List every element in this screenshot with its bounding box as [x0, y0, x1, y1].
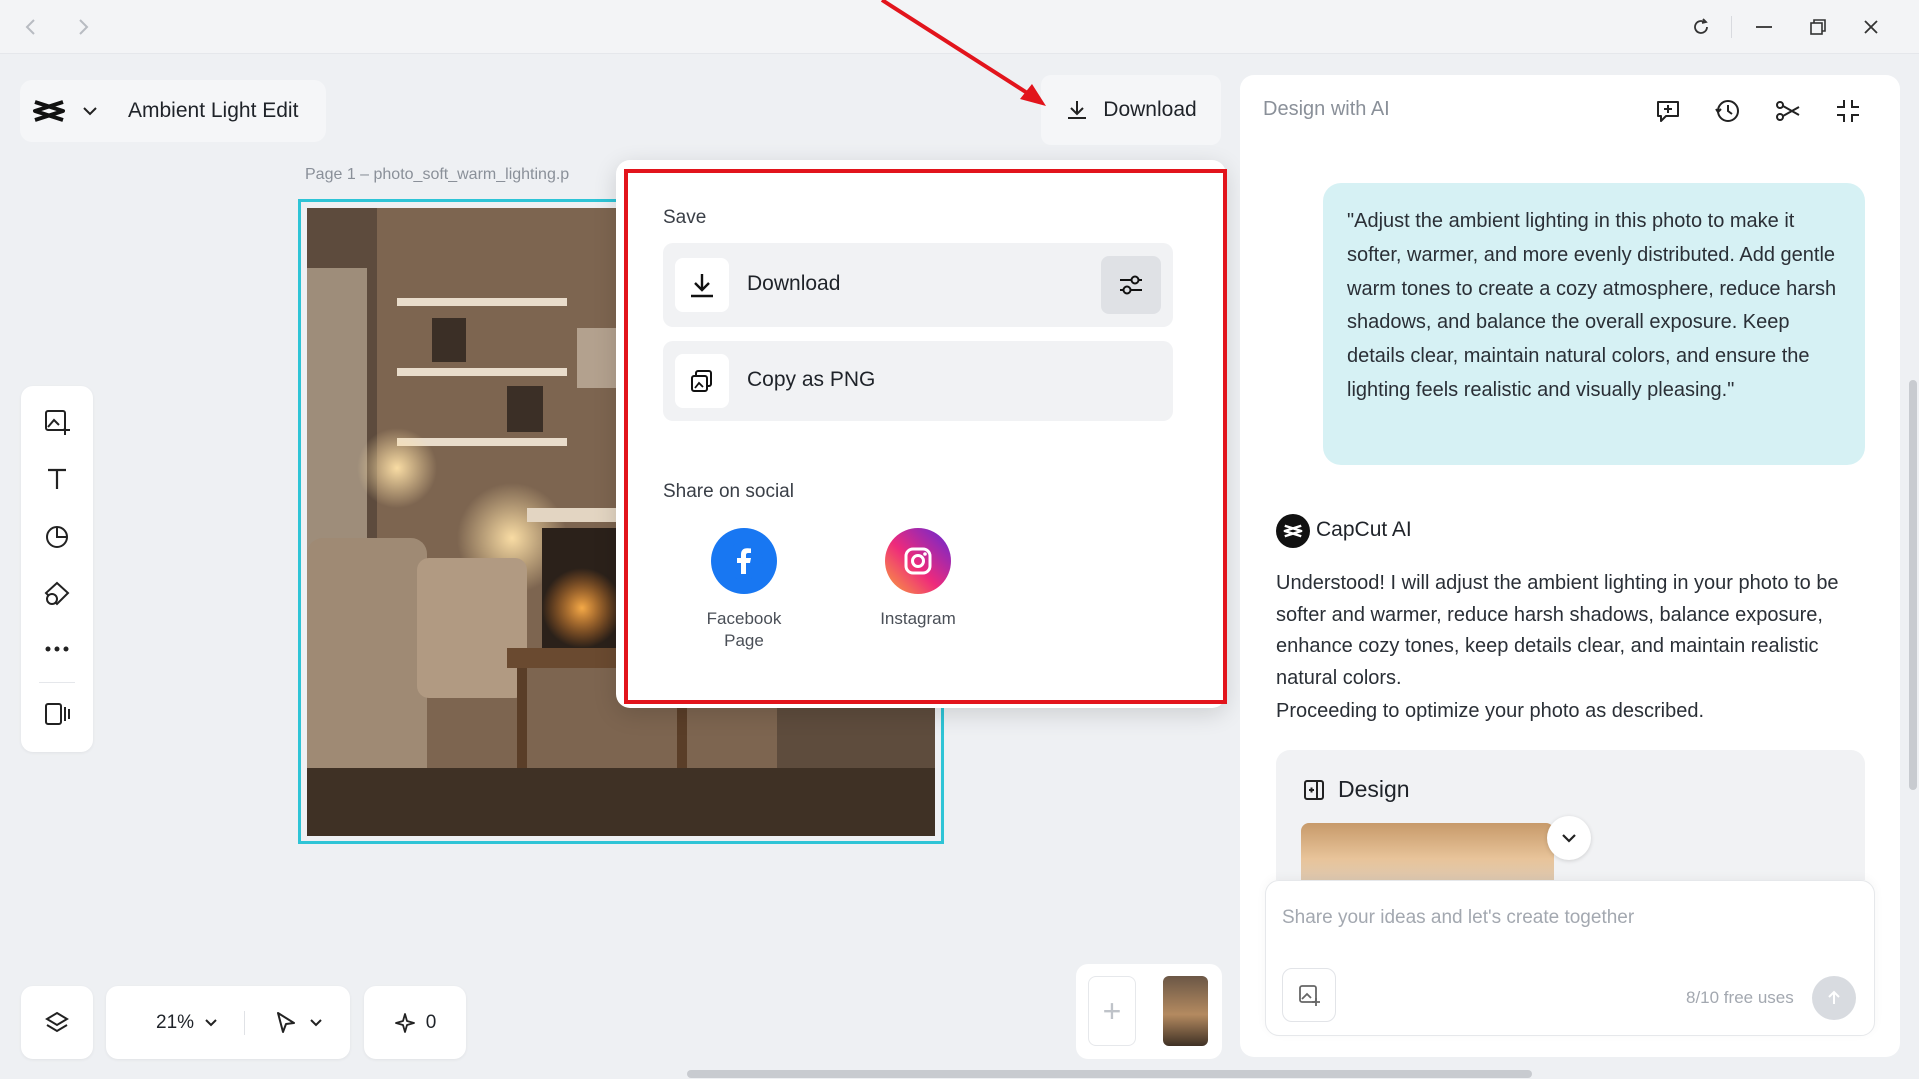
arrow-annotation [880, 0, 1046, 106]
rail-divider [39, 682, 75, 683]
vertical-scrollbar[interactable] [1909, 380, 1917, 790]
titlebar-separator [1731, 16, 1732, 38]
save-section-label: Save [663, 207, 707, 228]
shapes-icon[interactable] [39, 576, 75, 612]
send-icon [1825, 989, 1843, 1007]
design-icon [1302, 778, 1326, 802]
credits-count: 0 [425, 1011, 437, 1033]
chevron-down-icon [204, 1018, 218, 1028]
text-icon[interactable] [39, 461, 75, 497]
image-upload-icon [1297, 983, 1321, 1007]
send-button[interactable] [1812, 976, 1856, 1020]
download-icon [1065, 98, 1089, 122]
chevron-down-icon[interactable] [82, 105, 98, 117]
instagram-icon [885, 528, 951, 594]
free-uses-counter: 8/10 free uses [1686, 988, 1794, 1007]
minimize-panel-icon[interactable] [1831, 94, 1865, 128]
facebook-icon [711, 528, 777, 594]
share-section-label: Share on social [663, 481, 794, 502]
history-icon[interactable] [1711, 94, 1745, 128]
project-header: Ambient Light Edit [20, 80, 326, 142]
pointer-dropdown[interactable] [275, 1011, 323, 1035]
download-option-label: Download [747, 272, 841, 295]
controls-divider [244, 1010, 246, 1035]
prompt-input[interactable] [1282, 907, 1842, 929]
copy-png-option[interactable]: Copy as PNG [663, 341, 1173, 421]
instagram-label: Instagram [880, 609, 956, 628]
settings-sliders-icon[interactable] [1101, 256, 1161, 314]
credits-button[interactable]: 0 [364, 986, 466, 1059]
page-thumbnail[interactable] [1163, 976, 1208, 1046]
chevron-down-icon [309, 1018, 323, 1028]
layers-button[interactable] [21, 986, 93, 1059]
minimize-icon[interactable] [1749, 12, 1779, 42]
sticker-icon[interactable] [39, 519, 75, 555]
more-icon[interactable] [39, 631, 75, 667]
download-label: Download [1103, 98, 1197, 121]
download-icon [675, 258, 729, 312]
facebook-label: Facebook Page [706, 609, 782, 650]
tool-rail [21, 386, 93, 752]
chat-add-icon[interactable] [1651, 94, 1685, 128]
design-thumbnail[interactable] [1301, 823, 1554, 883]
copy-png-label: Copy as PNG [747, 368, 876, 391]
image-upload-button[interactable] [1282, 968, 1336, 1022]
project-title[interactable]: Ambient Light Edit [128, 99, 298, 123]
page-label: Page 1 – photo_soft_warm_lighting.p [305, 166, 570, 183]
design-card-title: Design [1338, 776, 1410, 802]
collapse-button[interactable] [1547, 816, 1591, 860]
prompt-input-box [1265, 880, 1875, 1036]
download-button[interactable]: Download [1041, 75, 1221, 145]
user-message-bubble: "Adjust the ambient lighting in this pho… [1323, 183, 1865, 465]
close-icon[interactable] [1856, 12, 1886, 42]
zoom-pointer-controls: 21% [106, 986, 350, 1059]
share-icon[interactable] [1771, 94, 1805, 128]
pointer-icon [275, 1011, 297, 1035]
capcut-ai-avatar [1276, 514, 1310, 548]
zoom-dropdown[interactable]: 21% [156, 1012, 218, 1034]
image-add-icon[interactable] [39, 404, 75, 440]
horizontal-scrollbar[interactable] [687, 1070, 1532, 1078]
panel-icon[interactable] [39, 696, 75, 732]
capcut-logo[interactable] [32, 98, 66, 124]
ai-panel-title: Design with AI [1263, 98, 1390, 120]
back-icon[interactable] [16, 12, 46, 42]
instagram-share[interactable]: Instagram [848, 528, 988, 630]
assistant-reply: Understood! I will adjust the ambient li… [1276, 572, 1839, 689]
add-page-button[interactable]: + [1088, 976, 1136, 1046]
layers-icon [44, 1010, 70, 1036]
download-option[interactable]: Download [663, 243, 1173, 327]
assistant-name: CapCut AI [1316, 518, 1412, 541]
assistant-reply-2: Proceeding to optimize your photo as des… [1276, 700, 1705, 722]
forward-icon[interactable] [68, 12, 98, 42]
facebook-share[interactable]: Facebook Page [674, 528, 814, 652]
sparkle-icon [394, 1012, 416, 1034]
refresh-icon[interactable] [1686, 12, 1716, 42]
chevron-down-icon [1561, 833, 1577, 843]
restore-icon[interactable] [1803, 12, 1833, 42]
zoom-value: 21% [156, 1011, 195, 1033]
copy-icon [675, 354, 729, 408]
